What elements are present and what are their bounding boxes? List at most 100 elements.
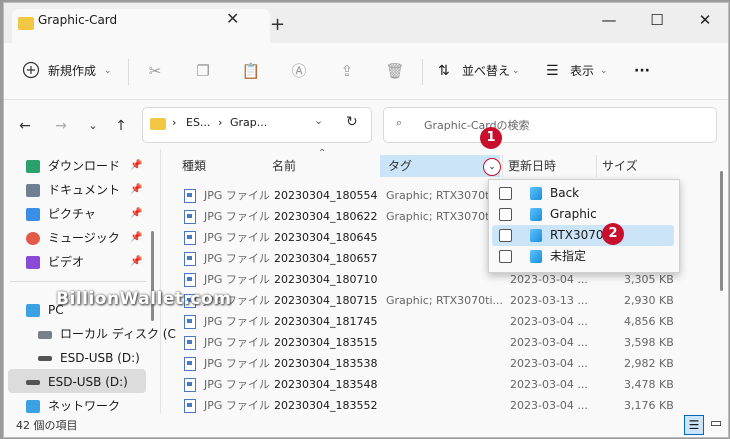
nav-item-pictures[interactable]: ピクチャ bbox=[26, 203, 96, 225]
pin-icon[interactable]: 📌 bbox=[130, 256, 142, 267]
column-header-type[interactable]: 種類 bbox=[182, 155, 206, 177]
jpg-file-icon bbox=[184, 189, 196, 203]
copy-icon[interactable]: ❐ bbox=[192, 61, 214, 81]
column-header-size[interactable]: サイズ bbox=[602, 155, 638, 177]
sort-ascending-icon: ⌃ bbox=[318, 148, 327, 159]
usb-drive-icon bbox=[26, 380, 40, 385]
jpg-file-icon bbox=[184, 378, 196, 392]
pin-icon[interactable]: 📌 bbox=[130, 184, 142, 195]
recent-locations-button[interactable]: ⌄ bbox=[80, 113, 106, 139]
nav-item-music[interactable]: ミュージック bbox=[26, 227, 120, 249]
column-header-name[interactable]: 名前 bbox=[272, 155, 296, 177]
network-icon bbox=[26, 400, 40, 413]
tag-option-rtx3070ti[interactable]: RTX3070ti bbox=[492, 225, 674, 246]
pin-icon[interactable]: 📌 bbox=[130, 208, 142, 219]
tag-icon bbox=[530, 250, 542, 263]
more-options-button[interactable]: ··· bbox=[634, 61, 650, 81]
search-icon: ⌕ bbox=[396, 116, 403, 129]
address-history-chevron-icon[interactable]: ⌄ bbox=[314, 114, 323, 127]
jpg-file-icon bbox=[184, 231, 196, 245]
pin-icon[interactable]: 📌 bbox=[130, 232, 142, 243]
sort-icon[interactable]: ⇅ bbox=[438, 61, 450, 81]
breadcrumb-item[interactable]: ES... bbox=[186, 116, 210, 129]
column-divider bbox=[596, 155, 597, 177]
drive-icon bbox=[38, 330, 52, 339]
nav-item-usb-drive-selected[interactable]: ESD-USB (D:) bbox=[26, 371, 128, 393]
new-tab-button[interactable]: + bbox=[270, 14, 285, 35]
nav-item-local-disk[interactable]: ローカル ディスク (C bbox=[38, 323, 176, 345]
new-button[interactable] bbox=[22, 61, 42, 81]
folder-icon bbox=[150, 118, 166, 130]
folder-icon bbox=[18, 17, 34, 30]
jpg-file-icon bbox=[184, 210, 196, 224]
tag-option-graphic[interactable]: Graphic bbox=[492, 204, 674, 225]
minimize-button[interactable]: — bbox=[586, 5, 632, 35]
checkbox[interactable] bbox=[499, 250, 512, 263]
nav-item-downloads[interactable]: ダウンロード bbox=[26, 155, 120, 177]
file-list-scrollbar[interactable] bbox=[720, 171, 723, 291]
pc-icon bbox=[26, 304, 40, 317]
tag-option-unspecified[interactable]: 未指定 bbox=[492, 246, 674, 267]
chevron-down-icon[interactable]: ⌄ bbox=[512, 61, 520, 81]
table-row[interactable]: JPG ファイル 20230304_183548 2023-03-04 ... 3,4… bbox=[180, 374, 680, 395]
close-tab-button[interactable]: ✕ bbox=[226, 9, 239, 28]
step-badge-2: 2 bbox=[602, 223, 624, 245]
back-button[interactable]: ← bbox=[12, 113, 38, 139]
details-view-icon[interactable]: ☰ bbox=[684, 415, 704, 435]
pin-icon[interactable]: 📌 bbox=[130, 160, 142, 171]
divider bbox=[422, 59, 423, 85]
table-row[interactable]: JPG ファイル 20230304_183515 2023-03-04 ... 3,5… bbox=[180, 332, 680, 353]
rename-icon[interactable]: Ⓐ bbox=[288, 61, 310, 81]
tab-title: Graphic-Card bbox=[38, 13, 118, 27]
paste-icon[interactable]: 📋 bbox=[240, 61, 262, 81]
column-divider bbox=[502, 155, 503, 177]
tag-option-back[interactable]: Back bbox=[492, 183, 674, 204]
forward-button[interactable]: → bbox=[48, 113, 74, 139]
search-input[interactable]: Graphic-Cardの検索 bbox=[424, 117, 530, 133]
plus-circle-icon bbox=[22, 61, 40, 79]
delete-icon[interactable]: 🗑 bbox=[384, 61, 406, 81]
breadcrumb-separator: › bbox=[172, 116, 177, 129]
jpg-file-icon bbox=[184, 252, 196, 266]
divider bbox=[10, 281, 146, 282]
picture-icon bbox=[26, 208, 40, 221]
nav-item-usb-drive[interactable]: ESD-USB (D:) bbox=[38, 347, 140, 369]
checkbox[interactable] bbox=[499, 187, 512, 200]
up-button[interactable]: ↑ bbox=[108, 113, 134, 139]
table-row[interactable]: JPG ファイル 20230304_183538 2023-03-04 ... 2,9… bbox=[180, 353, 680, 374]
jpg-file-icon bbox=[184, 273, 196, 287]
sort-button[interactable]: 並べ替え bbox=[462, 61, 510, 81]
tiles-view-icon[interactable]: ▭ bbox=[708, 415, 724, 433]
table-row[interactable]: JPG ファイル 20230304_180715 Graphic; RTX3070t… bbox=[180, 290, 680, 311]
video-icon bbox=[26, 256, 40, 269]
nav-item-videos[interactable]: ビデオ bbox=[26, 251, 84, 273]
checkbox[interactable] bbox=[499, 208, 512, 221]
jpg-file-icon bbox=[184, 399, 196, 413]
close-window-button[interactable]: ✕ bbox=[682, 5, 728, 35]
tag-filter-chevron-icon[interactable]: ⌄ bbox=[483, 158, 501, 176]
refresh-icon[interactable]: ↻ bbox=[346, 114, 358, 130]
status-bar bbox=[4, 413, 728, 437]
breadcrumb-item[interactable]: Grap... bbox=[230, 116, 267, 129]
view-button[interactable]: 表示 bbox=[570, 61, 594, 81]
item-count: 42 個の項目 bbox=[16, 419, 78, 432]
chevron-down-icon[interactable]: ⌄ bbox=[600, 61, 608, 81]
jpg-file-icon bbox=[184, 357, 196, 371]
maximize-button[interactable]: ☐ bbox=[634, 5, 680, 35]
column-header-date[interactable]: 更新日時 bbox=[508, 155, 556, 177]
new-label[interactable]: 新規作成 bbox=[48, 61, 96, 81]
file-explorer-window: Graphic-Card ✕ + — ☐ ✕ 新規作成 ⌄ ✂ ❐ 📋 Ⓐ ⇪ … bbox=[3, 2, 729, 438]
divider bbox=[128, 59, 129, 85]
checkbox[interactable] bbox=[499, 229, 512, 242]
cut-icon[interactable]: ✂ bbox=[144, 61, 166, 81]
nav-item-documents[interactable]: ドキュメント bbox=[26, 179, 120, 201]
share-icon[interactable]: ⇪ bbox=[336, 61, 358, 81]
chevron-down-icon[interactable]: ⌄ bbox=[104, 61, 112, 81]
tag-icon bbox=[530, 187, 542, 200]
breadcrumb-separator: › bbox=[218, 116, 223, 129]
column-header-tag[interactable]: タグ bbox=[388, 155, 412, 177]
view-icon[interactable]: ☰ bbox=[546, 61, 559, 81]
table-row[interactable]: JPG ファイル 20230304_181745 2023-03-04 ... 4,8… bbox=[180, 311, 680, 332]
jpg-file-icon bbox=[184, 315, 196, 329]
command-bar bbox=[4, 43, 728, 100]
